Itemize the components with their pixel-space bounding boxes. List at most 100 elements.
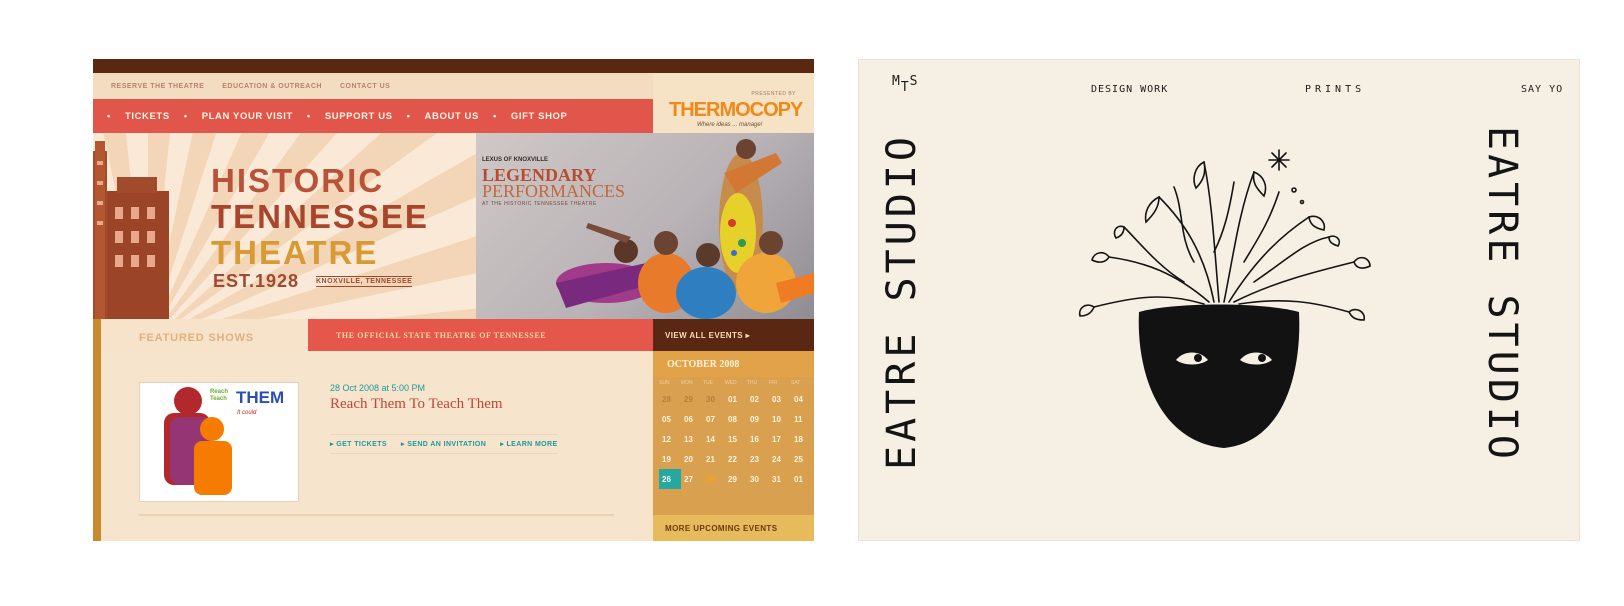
calendar-day[interactable]: 28: [659, 389, 681, 409]
sponsor-brand: THERMOCOPY: [669, 99, 803, 121]
send-invitation-link[interactable]: ▸ SEND AN INVITATION: [401, 440, 486, 448]
theatre-studio-screenshot: MTS DESIGN WORK PRINTS SAY YO EATRE STUD…: [858, 59, 1580, 541]
calendar-day[interactable]: 22: [725, 449, 747, 469]
calendar-day[interactable]: 14: [703, 429, 725, 449]
show-actions: ▸ GET TICKETS ▸ SEND AN INVITATION ▸ LEA…: [330, 434, 558, 454]
events-calendar: OCTOBER 2008 SUN MON TUE WED THU FRI SAT 28 29 3…: [653, 351, 814, 541]
vertical-title-right: EATRE STUDIO: [1479, 126, 1525, 463]
featured-shows-label: FEATURED SHOWS: [139, 332, 254, 344]
utility-link-education[interactable]: EDUCATION & OUTREACH: [222, 83, 322, 90]
top-decorative-strip: [93, 59, 814, 73]
calendar-day[interactable]: 13: [681, 429, 703, 449]
nav-tickets[interactable]: TICKETS: [125, 111, 170, 122]
nav-gift-shop[interactable]: GIFT SHOP: [511, 111, 568, 122]
promo-banner[interactable]: LEXUS OF KNOXVILLE LEGENDARY PERFORMANCE…: [476, 133, 814, 319]
calendar-day[interactable]: 20: [681, 449, 703, 469]
nav-say-yo[interactable]: SAY YO: [1521, 84, 1563, 95]
calendar-day[interactable]: 30: [703, 389, 725, 409]
show-date: 28 Oct 2008 at 5:00 PM: [330, 383, 426, 393]
calendar-day[interactable]: 30: [747, 469, 769, 489]
hero-city: KNOXVILLE, TENNESSEE: [316, 276, 413, 287]
mask-plant-illustration: [1078, 149, 1371, 448]
calendar-day[interactable]: 17: [769, 429, 791, 449]
calendar-day[interactable]: 03: [769, 389, 791, 409]
calendar-day[interactable]: 19: [659, 449, 681, 469]
view-all-events-button[interactable]: VIEW ALL EVENTS ▸: [653, 319, 814, 351]
calendar-day[interactable]: 28: [703, 469, 725, 489]
calendar-day[interactable]: 16: [747, 429, 769, 449]
thumb-them-text: THEM: [236, 388, 285, 407]
calendar-day[interactable]: 01: [725, 389, 747, 409]
nav-about[interactable]: ABOUT US: [425, 111, 479, 122]
nav-support[interactable]: SUPPORT US: [325, 111, 393, 122]
left-edge-decoration: [93, 319, 101, 541]
hero-est: EST.1928: [213, 271, 300, 291]
state-theatre-banner: THE OFFICIAL STATE THEATRE OF TENNESSEE: [308, 319, 653, 351]
view-all-events-label: VIEW ALL EVENTS ▸: [665, 331, 751, 340]
calendar-weekday: SAT: [791, 380, 801, 386]
calendar-day[interactable]: 25: [791, 449, 813, 469]
promo-subtitle: AT THE HISTORIC TENNESSEE THEATRE: [482, 201, 597, 207]
studio-logo[interactable]: MTS: [892, 74, 918, 95]
sponsor-presented-by: PRESENTED BY: [751, 91, 796, 97]
calendar-day[interactable]: 18: [791, 429, 813, 449]
calendar-day[interactable]: 27: [681, 469, 703, 489]
featured-show-panel: Reach Teach THEM It could 28 Oct 2008 at …: [93, 351, 653, 541]
calendar-day[interactable]: 06: [681, 409, 703, 429]
more-upcoming-events-button[interactable]: MORE UPCOMING EVENTS: [653, 515, 814, 541]
calendar-day[interactable]: 05: [659, 409, 681, 429]
hero-title: HISTORIC TENNESSEE THEATRE: [211, 163, 429, 271]
content-divider: [139, 514, 614, 516]
calendar-day[interactable]: 07: [703, 409, 725, 429]
calendar-header: OCTOBER 2008: [653, 351, 814, 377]
calendar-day[interactable]: 29: [681, 389, 703, 409]
calendar-day[interactable]: 02: [747, 389, 769, 409]
sponsor-logo[interactable]: PRESENTED BY THERMOCOPY Where ideas ... …: [653, 73, 814, 133]
calendar-day[interactable]: 24: [769, 449, 791, 469]
nav-plan-visit[interactable]: PLAN YOUR VISIT: [202, 111, 293, 122]
calendar-day[interactable]: 23: [747, 449, 769, 469]
calendar-weekday: FRI: [769, 380, 778, 386]
calendar-day[interactable]: 21: [703, 449, 725, 469]
calendar-day[interactable]: 11: [791, 409, 813, 429]
nav-bullet-icon: •: [306, 110, 311, 122]
show-thumbnail[interactable]: Reach Teach THEM It could: [139, 382, 299, 502]
calendar-weekday: SUN: [659, 380, 670, 386]
nav-prints[interactable]: PRINTS: [1305, 84, 1365, 95]
get-tickets-link[interactable]: ▸ GET TICKETS: [330, 440, 387, 448]
show-title-link[interactable]: Reach Them To Teach Them: [330, 396, 503, 413]
more-upcoming-events-label: MORE UPCOMING EVENTS: [665, 524, 778, 533]
hero-banner[interactable]: HISTORIC TENNESSEE THEATRE EST.1928 KNOX…: [93, 133, 476, 319]
utility-link-reserve[interactable]: RESERVE THE THEATRE: [111, 83, 204, 90]
calendar-weekday: THU: [747, 380, 758, 386]
calendar-day[interactable]: 31: [769, 469, 791, 489]
promo-title-line2: PERFORMANCES: [482, 181, 626, 201]
calendar-day[interactable]: 10: [769, 409, 791, 429]
historic-theatre-screenshot: RESERVE THE THEATRE EDUCATION & OUTREACH…: [93, 59, 814, 541]
thumb-sub-text: It could: [237, 410, 257, 416]
learn-more-link[interactable]: ▸ LEARN MORE: [500, 440, 557, 448]
calendar-day[interactable]: 09: [747, 409, 769, 429]
theatre-building-icon: [93, 141, 169, 319]
calendar-day[interactable]: 12: [659, 429, 681, 449]
calendar-day[interactable]: 29: [725, 469, 747, 489]
utility-link-contact[interactable]: CONTACT US: [340, 83, 390, 90]
hero-title-line1: HISTORIC: [211, 162, 385, 199]
main-nav: • TICKETS • PLAN YOUR VISIT • SUPPORT US…: [93, 99, 653, 133]
calendar-day[interactable]: 01: [791, 469, 813, 489]
hero-title-line3: THEATRE: [211, 234, 379, 271]
calendar-day[interactable]: 15: [725, 429, 747, 449]
nav-bullet-icon: •: [492, 110, 497, 122]
calendar-day[interactable]: 26: [659, 469, 681, 489]
sponsor-tagline: Where ideas ... manage!: [697, 122, 763, 128]
thumb-teach-text: Teach: [210, 396, 227, 402]
featured-shows-tab[interactable]: FEATURED SHOWS: [93, 319, 308, 351]
calendar-day[interactable]: 04: [791, 389, 813, 409]
nav-bullet-icon: •: [107, 110, 111, 122]
thumb-reach-text: Reach: [210, 389, 229, 395]
calendar-day[interactable]: 08: [725, 409, 747, 429]
promo-sponsor: LEXUS OF KNOXVILLE: [482, 157, 549, 163]
calendar-days: 28 29 30 01 02 03 04 05 06 07 08 09 10 11 12 13 14 15 16 17…: [659, 389, 813, 489]
calendar-weekdays: SUN MON TUE WED THU FRI SAT: [659, 380, 813, 386]
nav-design-work[interactable]: DESIGN WORK: [1091, 84, 1168, 95]
